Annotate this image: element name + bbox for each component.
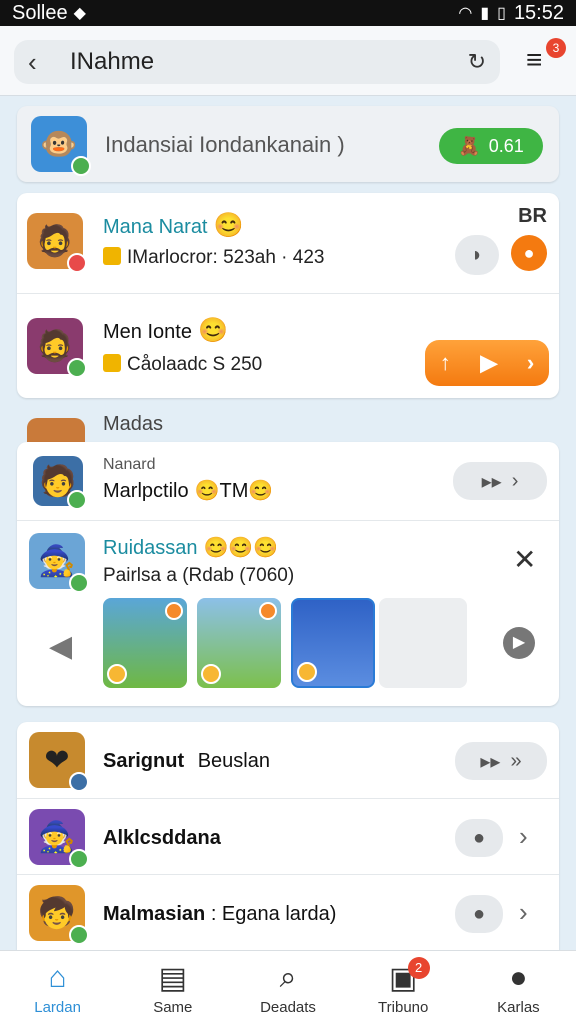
check-icon xyxy=(103,354,121,372)
document-icon: ▤ xyxy=(158,962,187,995)
fast-forward-icon: ▸▸ xyxy=(480,750,501,773)
wifi-icon: ◠ xyxy=(458,5,473,22)
item-detail: IMarlocror: 523ah · 423 xyxy=(127,247,325,268)
shield-icon: ◗ xyxy=(470,243,484,266)
smiley-icon: 😊 xyxy=(213,212,244,239)
list-item[interactable]: 🧔 Men Ionte 😊 Cåolaadc S 250 ↑ ▶ › xyxy=(17,293,559,398)
item-tag: Nanard xyxy=(103,456,156,473)
game-avatar: 🧑 xyxy=(33,456,87,510)
circle-icon: ● xyxy=(472,902,486,925)
banner-card[interactable]: 🐵 Indansiai Iondankanain ) 🧸 0.61 xyxy=(17,106,559,182)
chat-button[interactable]: ● xyxy=(511,235,547,271)
banner-game-icon: 🐵 xyxy=(31,116,91,176)
chevron-right-icon: › xyxy=(526,350,535,375)
location-icon: ◆ xyxy=(73,5,86,22)
next-arrow-icon[interactable]: ▶ xyxy=(503,627,535,659)
nav-tab-home[interactable]: ⌂ Lardan xyxy=(0,951,115,1024)
section-avatar xyxy=(27,418,85,442)
bottom-navigation: ⌂ Lardan ▤ Same ⌕ Deadats ▣ 2 Tribuno ● … xyxy=(0,950,576,1024)
section-title: Madas xyxy=(103,413,164,435)
home-icon: ⌂ xyxy=(48,961,67,994)
page-title: INahme xyxy=(70,48,155,75)
nav-tab-messages[interactable]: ▣ 2 Tribuno xyxy=(346,951,461,1024)
item-detail: Pairlsa a (Rdab (7060) xyxy=(103,565,295,586)
game-avatar: 🧔 xyxy=(27,318,87,378)
carrier-label: Sollee xyxy=(12,1,68,24)
item-title: Mana Narat xyxy=(103,216,208,238)
menu-badge: 3 xyxy=(546,38,566,58)
screenshot-thumbnail[interactable] xyxy=(197,598,281,688)
chevron-right-icon[interactable]: › xyxy=(519,821,528,852)
profile-icon: ● xyxy=(509,961,528,994)
menu-button[interactable]: ≡ 3 xyxy=(526,38,566,78)
title-bar[interactable]: ‹ INahme ↻ xyxy=(14,40,500,84)
item-title: Men Ionte xyxy=(103,321,192,343)
item-title: Marlpctilo xyxy=(103,480,189,502)
emoji-icons: 😊😊😊 xyxy=(203,537,279,559)
status-bar: Sollee ◆ ◠ ▮ ▯ 15:52 xyxy=(0,0,576,26)
hamburger-icon: ≡ xyxy=(526,44,543,75)
check-icon xyxy=(103,247,121,265)
banner-green-button[interactable]: 🧸 0.61 xyxy=(439,128,543,164)
item-detail: Beuslan xyxy=(197,750,270,772)
up-arrow-icon: ↑ xyxy=(439,350,451,375)
character-icon: 🧸 xyxy=(458,135,481,156)
corner-label: BR xyxy=(518,205,547,227)
chat-bubble-icon: ● xyxy=(523,243,535,263)
play-button[interactable]: ↑ ▶ › xyxy=(425,340,549,386)
list-item[interactable]: 🧒 Malmasian : Egana larda) ● › xyxy=(17,874,559,950)
screenshot-thumbnail[interactable] xyxy=(291,598,375,688)
nav-tab-profile[interactable]: ● Karlas xyxy=(461,951,576,1024)
next-icon: » xyxy=(510,749,522,772)
game-avatar: ❤ xyxy=(29,732,89,792)
item-detail: : Egana larda) xyxy=(205,903,337,925)
list-item[interactable]: ❤ Sarignut Beuslan ▸▸ » xyxy=(17,722,559,798)
back-arrow-icon[interactable]: ‹ xyxy=(28,47,60,78)
game-avatar: 🧔 xyxy=(27,213,87,273)
chevron-right-icon[interactable]: › xyxy=(519,897,528,928)
game-avatar: 🧙 xyxy=(29,809,89,869)
nav-tab-same[interactable]: ▤ Same xyxy=(115,951,230,1024)
circle-icon: ● xyxy=(472,826,486,849)
game-avatar: 🧙 xyxy=(29,533,89,593)
smiley-icon: 😊 xyxy=(197,317,228,344)
toggle-button[interactable]: ● xyxy=(455,895,503,933)
clock: 15:52 xyxy=(513,1,564,24)
item-title: Ruidassan xyxy=(103,537,198,559)
game-avatar: 🧒 xyxy=(29,885,89,945)
list-item[interactable]: 🧑 Nanard Marlpctilo 😊TM😊 ▸▸ › xyxy=(17,442,559,520)
nav-tab-search[interactable]: ⌕ Deadats xyxy=(230,951,345,1024)
fast-forward-icon: ▸▸ xyxy=(481,470,502,493)
refresh-icon[interactable]: ↻ xyxy=(468,49,486,75)
list-item[interactable]: 🧙 Alklcsddana ● › xyxy=(17,798,559,874)
nav-badge: 2 xyxy=(407,957,430,979)
gray-action-button[interactable]: ◗ xyxy=(455,235,499,275)
prev-arrow-icon[interactable]: ◀ xyxy=(49,629,72,664)
close-icon[interactable]: ✕ xyxy=(513,543,536,576)
forward-button[interactable]: ▸▸ › xyxy=(453,462,547,500)
list-item[interactable]: 🧔 Mana Narat 😊 IMarlocror: 523ah · 423 BR… xyxy=(17,193,559,293)
item-detail: Cåolaadc S 250 xyxy=(127,354,263,375)
toggle-button[interactable]: ● xyxy=(455,819,503,857)
list-item-expanded[interactable]: 🧙 Ruidassan 😊😊😊 Pairlsa a (Rdab (7060) ✕ … xyxy=(17,520,559,706)
chevron-right-icon: › xyxy=(511,469,519,492)
emoji-icons: 😊TM😊 xyxy=(194,480,274,502)
list-card-bottom: ❤ Sarignut Beuslan ▸▸ » 🧙 Alklcsddana ● … xyxy=(17,722,559,950)
item-title: Malmasian xyxy=(103,903,206,925)
battery-icon: ▯ xyxy=(497,5,506,22)
search-icon: ⌕ xyxy=(279,961,297,994)
featured-card: 🧑 Nanard Marlpctilo 😊TM😊 ▸▸ › 🧙 Ruidassan… xyxy=(17,442,559,706)
screenshot-thumbnail-empty[interactable] xyxy=(379,598,467,688)
play-icon: ▶ xyxy=(480,350,498,375)
item-title: Sarignut xyxy=(103,750,185,772)
list-card-top: 🧔 Mana Narat 😊 IMarlocror: 523ah · 423 BR… xyxy=(17,193,559,398)
item-title: Alklcsddana xyxy=(103,827,221,849)
screenshot-thumbnail[interactable] xyxy=(103,598,187,688)
signal-icon: ▮ xyxy=(480,5,490,22)
forward-button[interactable]: ▸▸ » xyxy=(455,742,547,780)
top-bar: ‹ INahme ↻ ≡ 3 xyxy=(0,26,576,96)
banner-text: Indansiai Iondankanain ) xyxy=(105,132,345,157)
